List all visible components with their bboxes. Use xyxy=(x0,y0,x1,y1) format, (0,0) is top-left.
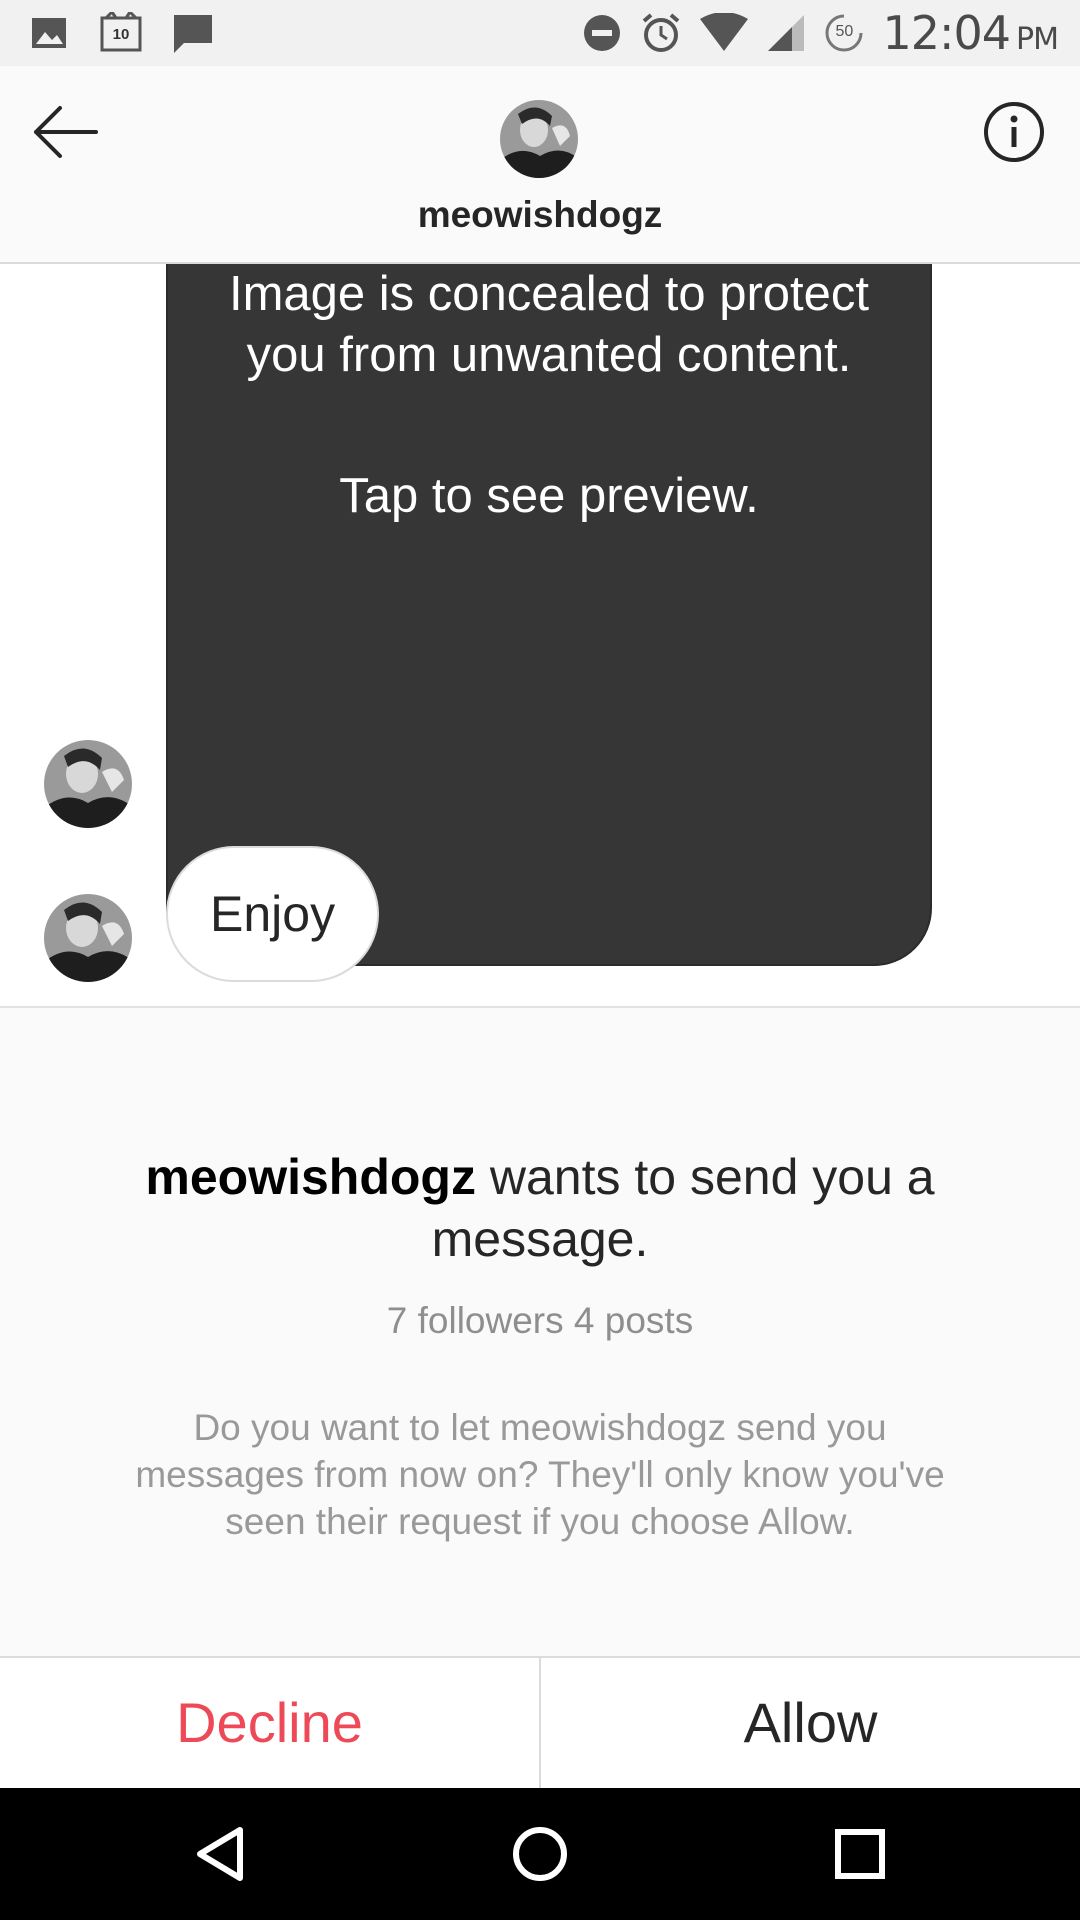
request-title: meowishdogz wants to send you a message. xyxy=(80,1146,1000,1270)
do-not-disturb-icon xyxy=(584,15,621,51)
cat-notification-icon: 10 xyxy=(98,9,144,54)
message-request-panel: meowishdogz wants to send you a message.… xyxy=(0,1008,1080,1656)
nav-recents-icon[interactable] xyxy=(830,1824,890,1884)
decline-button[interactable]: Decline xyxy=(0,1658,541,1788)
status-left-icons: 10 xyxy=(30,9,214,54)
nav-back-icon[interactable] xyxy=(192,1824,252,1884)
message-bubble[interactable]: Enjoy xyxy=(166,846,380,982)
battery-level: 50 xyxy=(835,23,854,40)
image-icon xyxy=(32,18,66,48)
nav-home-icon[interactable] xyxy=(510,1824,570,1884)
notification-count: 10 xyxy=(112,26,130,43)
allow-button[interactable]: Allow xyxy=(541,1658,1080,1788)
status-right-icons: 50 12:04 PM xyxy=(582,6,1059,60)
header-avatar[interactable] xyxy=(500,100,578,178)
message-icon xyxy=(174,15,212,53)
concealed-notice: Image is concealed to protect you from u… xyxy=(228,267,870,382)
wifi-icon xyxy=(700,13,749,51)
request-actions: Decline Allow xyxy=(0,1656,1080,1788)
navigation-bar xyxy=(0,1788,1080,1920)
sender-avatar[interactable] xyxy=(44,894,132,982)
status-bar: 10 50 12:04 PM xyxy=(0,0,1080,66)
request-stats: 7 followers 4 posts xyxy=(386,1300,694,1341)
status-clock: 12:04 xyxy=(882,6,1011,60)
status-ampm: PM xyxy=(1016,22,1059,57)
request-title-text: wants to send you a message. xyxy=(431,1149,935,1267)
message-thread[interactable]: Image is concealed to protect you from u… xyxy=(0,264,1080,1006)
header-username[interactable]: meowishdogz xyxy=(0,194,1080,236)
request-username[interactable]: meowishdogz xyxy=(145,1149,476,1205)
info-icon[interactable] xyxy=(982,100,1046,164)
battery-saver-icon: 50 xyxy=(824,13,864,53)
back-arrow-icon[interactable] xyxy=(30,102,100,162)
request-description: Do you want to let meowishdogz send you … xyxy=(135,1407,945,1542)
signal-icon xyxy=(768,15,805,51)
alarm-icon xyxy=(643,13,680,52)
conversation-header: meowishdogz xyxy=(0,66,1080,264)
tap-to-preview-text: Tap to see preview. xyxy=(339,469,759,523)
sender-avatar[interactable] xyxy=(44,740,132,828)
status-time: 12:04 PM xyxy=(882,6,1059,60)
